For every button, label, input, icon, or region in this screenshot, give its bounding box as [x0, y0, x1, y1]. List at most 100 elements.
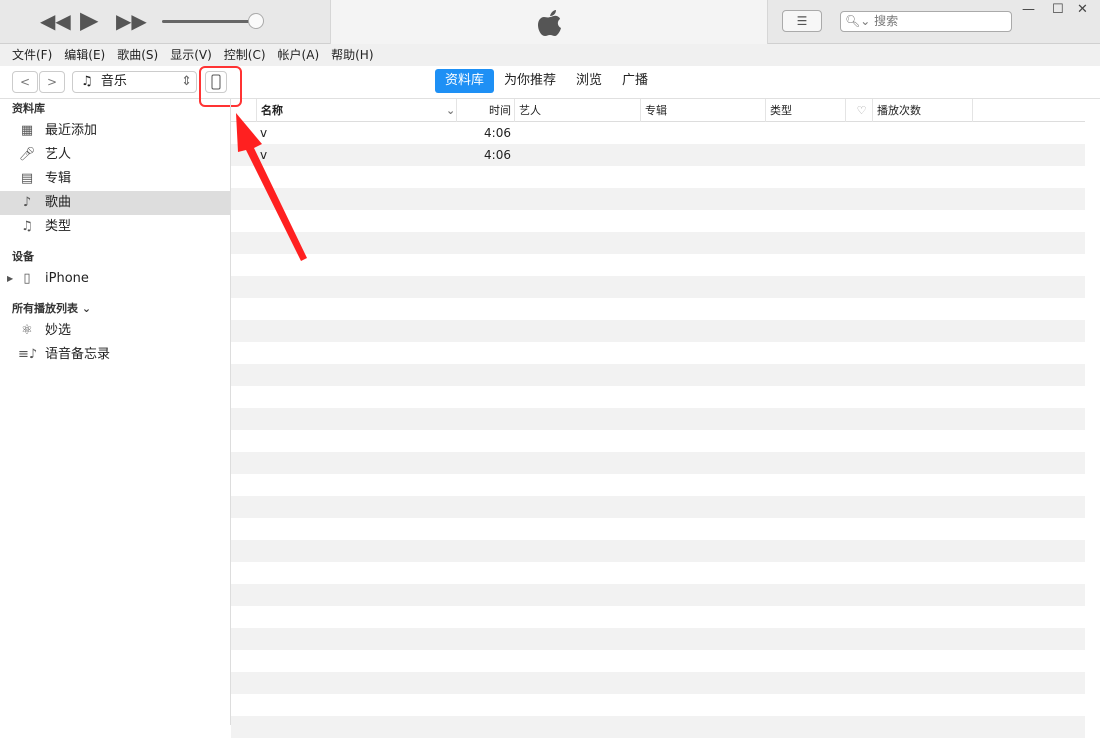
- library-header: 资料库: [12, 102, 45, 115]
- play-button[interactable]: ▶: [80, 6, 98, 34]
- sidebar-item-songs[interactable]: ♪ 歌曲: [0, 191, 230, 215]
- playlists-header-label: 所有播放列表: [12, 302, 78, 315]
- sidebar: 资料库 ▦ 最近添加 🎤︎ 艺人 ▤ 专辑 ♪ 歌曲 ♫ 类型 设备 ▶ ▯ iPhone 所…: [0, 99, 231, 725]
- empty-row: [231, 364, 1085, 386]
- sidebar-item-albums[interactable]: ▤ 专辑: [0, 167, 230, 191]
- tab-library[interactable]: 资料库: [435, 69, 495, 93]
- column-love[interactable]: ♡: [845, 99, 873, 122]
- toolbar: < > ♫ 音乐 ⇕ 资料库 为你推荐 浏览 广播: [0, 66, 1100, 99]
- column-album[interactable]: 专辑: [640, 99, 765, 122]
- empty-row: [231, 298, 1085, 320]
- empty-row: [231, 254, 1085, 276]
- column-artist[interactable]: 艺人: [514, 99, 640, 122]
- sidebar-item-label: 最近添加: [45, 123, 98, 138]
- sidebar-item-genres[interactable]: ♫ 类型: [0, 215, 230, 239]
- menu-song[interactable]: 歌曲(S): [117, 44, 158, 66]
- table-header: 名称 ⌄ 时间 艺人 专辑 类型 ♡ 播放次数: [231, 99, 1085, 122]
- menu-view[interactable]: 显示(V): [170, 44, 212, 66]
- rows: v 4:06 v 4:06: [231, 122, 1085, 738]
- empty-row: [231, 716, 1085, 738]
- empty-row: [231, 408, 1085, 430]
- sidebar-item-label: 妙选: [45, 323, 72, 338]
- sidebar-item-iphone[interactable]: ▶ ▯ iPhone: [0, 267, 230, 291]
- empty-row: [231, 188, 1085, 210]
- column-time[interactable]: 时间: [456, 99, 514, 122]
- column-genre[interactable]: 类型: [765, 99, 845, 122]
- menu-account[interactable]: 帐户(A): [278, 44, 320, 66]
- sidebar-item-label: 歌曲: [45, 195, 72, 210]
- column-spacer: [972, 99, 1085, 122]
- up-next-button[interactable]: ☰: [782, 10, 822, 32]
- empty-row: [231, 540, 1085, 562]
- sidebar-item-genius[interactable]: ⚛ 妙选: [0, 319, 230, 343]
- microphone-icon: 🎤︎: [18, 147, 36, 162]
- empty-row: [231, 276, 1085, 298]
- empty-row: [231, 386, 1085, 408]
- empty-row: [231, 694, 1085, 716]
- lcd-display: [330, 0, 768, 44]
- volume-slider[interactable]: [162, 20, 256, 23]
- atom-icon: ⚛: [21, 323, 33, 338]
- sidebar-item-label: 艺人: [45, 147, 72, 162]
- updown-icon: ⇕: [181, 74, 192, 89]
- devices-header: 设备: [12, 250, 34, 263]
- menu-bar: 文件(F) 编辑(E) 歌曲(S) 显示(V) 控制(C) 帐户(A) 帮助(H…: [0, 44, 1100, 66]
- empty-row: [231, 672, 1085, 694]
- empty-row: [231, 166, 1085, 188]
- media-label: 音乐: [100, 74, 127, 89]
- song-time: 4:06: [484, 126, 511, 140]
- empty-row: [231, 474, 1085, 496]
- music-note-icon: ♫: [81, 74, 93, 89]
- scrollbar[interactable]: [1085, 99, 1100, 725]
- view-tabs: 资料库 为你推荐 浏览 广播: [435, 69, 658, 93]
- disclosure-triangle-icon[interactable]: ▶: [7, 267, 13, 291]
- forward-button[interactable]: >: [39, 71, 65, 93]
- empty-row: [231, 210, 1085, 232]
- empty-row: [231, 606, 1085, 628]
- close-button[interactable]: ✕: [1077, 2, 1088, 17]
- sidebar-item-recently-added[interactable]: ▦ 最近添加: [0, 119, 230, 143]
- empty-row: [231, 628, 1085, 650]
- menu-controls[interactable]: 控制(C): [224, 44, 266, 66]
- tab-radio[interactable]: 广播: [612, 69, 658, 93]
- title-bar: ◀◀ ▶ ▶▶ ☰ 🔍︎⌄ 搜索 — ☐ ✕: [0, 0, 1100, 44]
- empty-row: [231, 496, 1085, 518]
- note-icon: ♪: [22, 195, 32, 210]
- song-name: v: [260, 148, 268, 162]
- playlists-header[interactable]: 所有播放列表 ⌄: [0, 299, 230, 319]
- apple-logo-icon: [538, 10, 561, 36]
- column-plays[interactable]: 播放次数: [872, 99, 972, 122]
- column-name[interactable]: 名称 ⌄: [256, 99, 456, 122]
- tab-for-you[interactable]: 为你推荐: [494, 69, 566, 93]
- table-row[interactable]: v 4:06: [231, 144, 1085, 166]
- minimize-button[interactable]: —: [1022, 2, 1035, 17]
- search-placeholder: 搜索: [874, 14, 899, 28]
- genre-icon: ♫: [21, 219, 33, 234]
- volume-knob[interactable]: [248, 13, 264, 29]
- previous-button[interactable]: ◀◀: [40, 9, 71, 33]
- empty-row: [231, 518, 1085, 540]
- sidebar-item-voice-memos[interactable]: ≡♪ 语音备忘录: [0, 343, 230, 367]
- back-button[interactable]: <: [12, 71, 38, 93]
- empty-row: [231, 430, 1085, 452]
- empty-row: [231, 452, 1085, 474]
- playlist-icon: ≡♪: [18, 347, 38, 362]
- column-label: 名称: [261, 104, 283, 117]
- menu-edit[interactable]: 编辑(E): [64, 44, 105, 66]
- menu-help[interactable]: 帮助(H): [331, 44, 373, 66]
- next-button[interactable]: ▶▶: [116, 9, 147, 33]
- empty-row: [231, 562, 1085, 584]
- tab-browse[interactable]: 浏览: [566, 69, 612, 93]
- media-picker[interactable]: ♫ 音乐 ⇕: [72, 71, 197, 93]
- iphone-icon: ▯: [23, 271, 31, 286]
- sidebar-item-artists[interactable]: 🎤︎ 艺人: [0, 143, 230, 167]
- empty-row: [231, 584, 1085, 606]
- maximize-button[interactable]: ☐: [1052, 2, 1064, 17]
- search-input[interactable]: 🔍︎⌄ 搜索: [840, 11, 1012, 32]
- song-time: 4:06: [484, 148, 511, 162]
- menu-file[interactable]: 文件(F): [12, 44, 52, 66]
- table-row[interactable]: v 4:06: [231, 122, 1085, 144]
- sort-chevron-icon: ⌄: [446, 104, 456, 117]
- sidebar-item-label: 专辑: [45, 171, 72, 186]
- empty-row: [231, 650, 1085, 672]
